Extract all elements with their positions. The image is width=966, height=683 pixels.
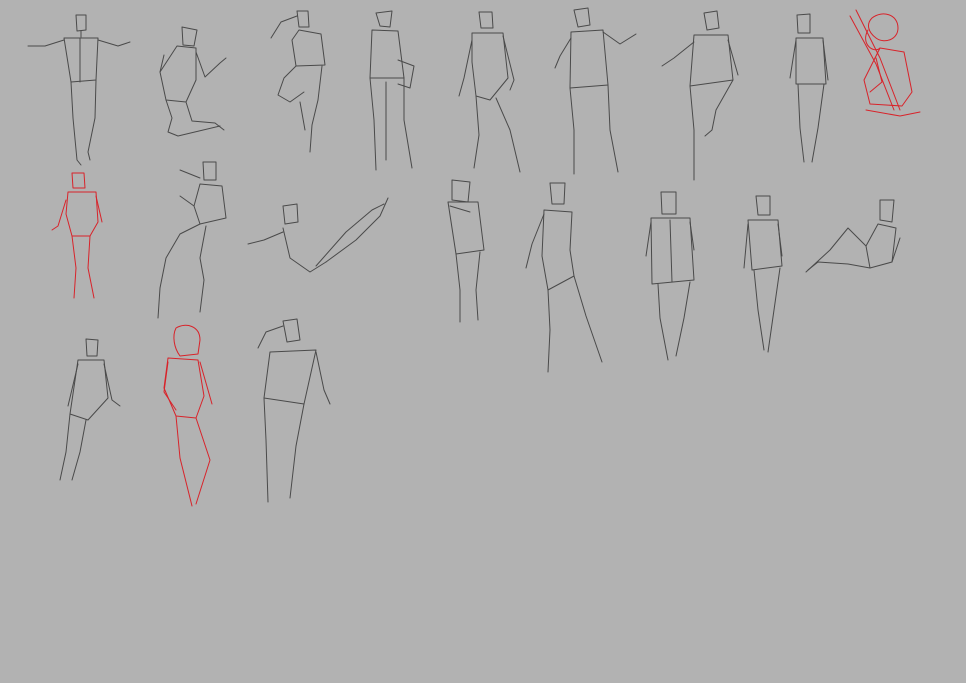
figure-sketch-standing-back-view: [789, 13, 829, 163]
figure-sketch-standing-arms-crossed-up: [447, 179, 485, 323]
figure-sketch-standing-side: [59, 338, 121, 481]
figure-sketch-standing-back-view: [645, 191, 695, 361]
figure-sketch-crouching-twist: [157, 161, 227, 319]
figure-sketch-standing-arm-raised: [554, 7, 637, 175]
figure-sketch-standing-back-arched: [525, 182, 603, 373]
sketch-sheet: [27, 7, 921, 507]
figure-sketch-seated-with-staff: [849, 9, 921, 117]
figure-sketch-seated-leaning-back: [805, 199, 901, 273]
figure-sketch-standing-contrapposto: [51, 172, 103, 299]
figure-sketch-hand-on-head-leg-raised: [270, 10, 326, 153]
figure-sketch-reclining-leg-up: [247, 197, 389, 273]
figure-sketch-standing-leg-bent: [661, 10, 739, 181]
figure-sketch-hand-on-head-standing: [257, 318, 331, 503]
figure-sketch-standing-hip-shift: [458, 11, 521, 173]
figure-sketch-standing-holding-object: [369, 10, 415, 171]
figure-sketch-standing-front: [743, 195, 783, 353]
figure-sketch-walking-back-view: [163, 324, 213, 507]
figure-sketch-kneeling: [159, 26, 227, 137]
drawing-canvas: [0, 0, 966, 683]
figure-sketch-standing-arms-out: [27, 14, 131, 166]
